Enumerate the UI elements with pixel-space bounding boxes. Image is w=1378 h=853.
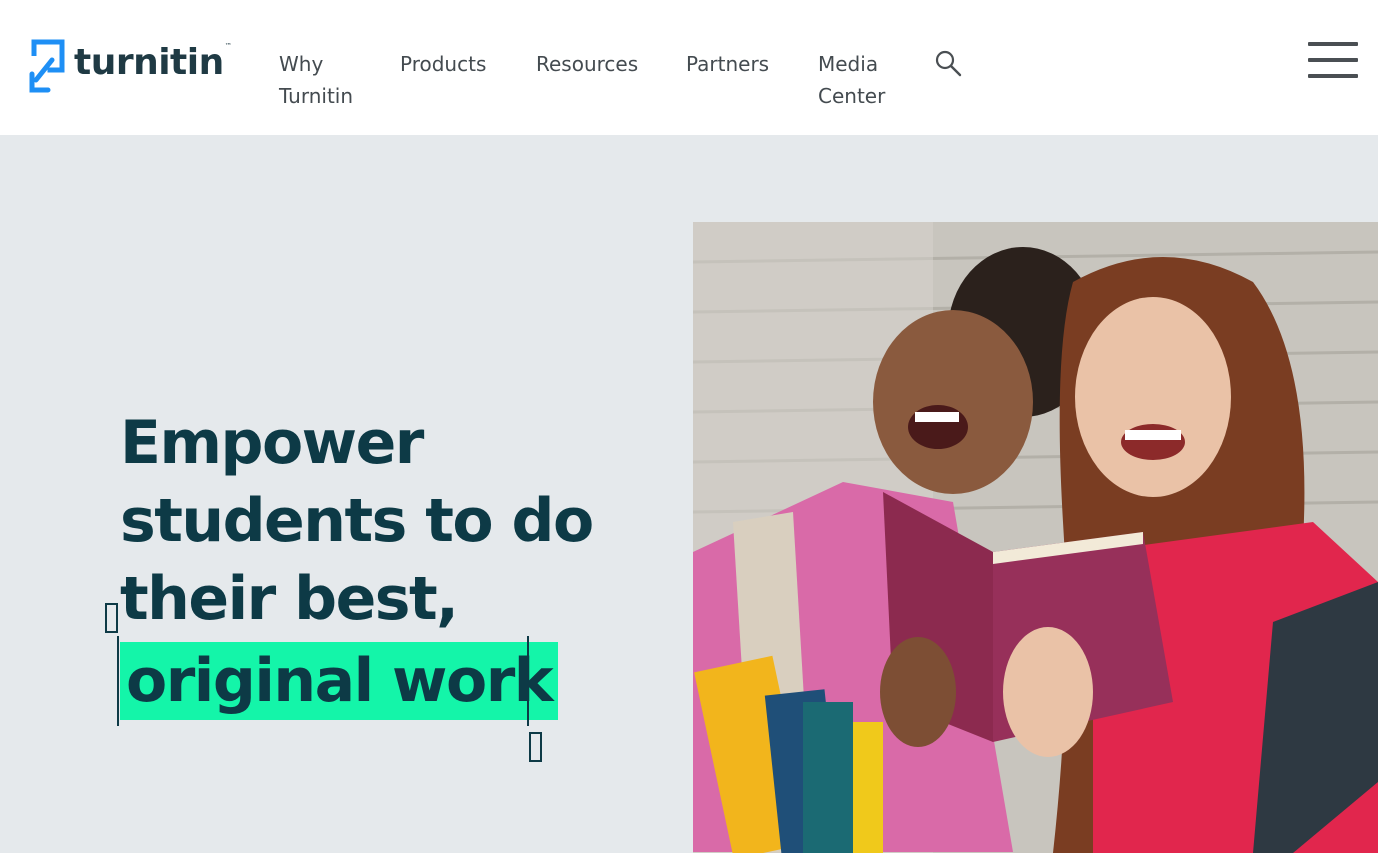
search-button[interactable]	[934, 49, 962, 77]
hero-photo	[693, 222, 1378, 853]
nav-products[interactable]: Products	[400, 48, 486, 80]
site-header: turnitin ™ Why Turnitin Products Resourc…	[0, 0, 1378, 135]
text-cursor-line-end	[527, 636, 529, 726]
nav-why-line2: Turnitin	[279, 84, 354, 108]
text-selection-handle-end	[529, 732, 542, 762]
hero-line-3: their best,	[120, 564, 459, 634]
hero-line-1: Empower	[120, 408, 424, 478]
nav-products-label: Products	[400, 52, 487, 76]
nav-resources[interactable]: Resources	[536, 48, 638, 80]
hamburger-line	[1308, 74, 1358, 78]
logo-trademark: ™	[224, 42, 232, 50]
nav-partners[interactable]: Partners	[686, 48, 769, 80]
logo-wordmark: turnitin	[74, 41, 224, 83]
nav-resources-label: Resources	[536, 52, 639, 76]
nav-media-line1: Media	[818, 52, 879, 76]
search-icon	[935, 50, 962, 77]
hero-highlight-text: original work	[120, 642, 559, 720]
text-selection-handle-start	[105, 603, 118, 633]
nav-partners-label: Partners	[686, 52, 770, 76]
nav-why-turnitin[interactable]: Why Turnitin	[279, 48, 379, 112]
hero-line-2: students to do	[120, 486, 594, 556]
hamburger-menu-icon	[1308, 42, 1358, 46]
hamburger-line	[1308, 58, 1358, 62]
hamburger-menu-button[interactable]	[1308, 42, 1358, 78]
turnitin-logo[interactable]: turnitin ™	[28, 36, 232, 96]
hero-heading: Empower students to do their best, origi…	[120, 404, 640, 720]
students-reading-photo	[693, 222, 1378, 853]
nav-media-line2: Center	[818, 84, 886, 108]
text-cursor-line-start	[117, 636, 119, 726]
turnitin-logo-icon	[29, 39, 65, 93]
nav-why-line1: Why	[279, 52, 324, 76]
nav-media-center[interactable]: Media Center	[818, 48, 908, 112]
